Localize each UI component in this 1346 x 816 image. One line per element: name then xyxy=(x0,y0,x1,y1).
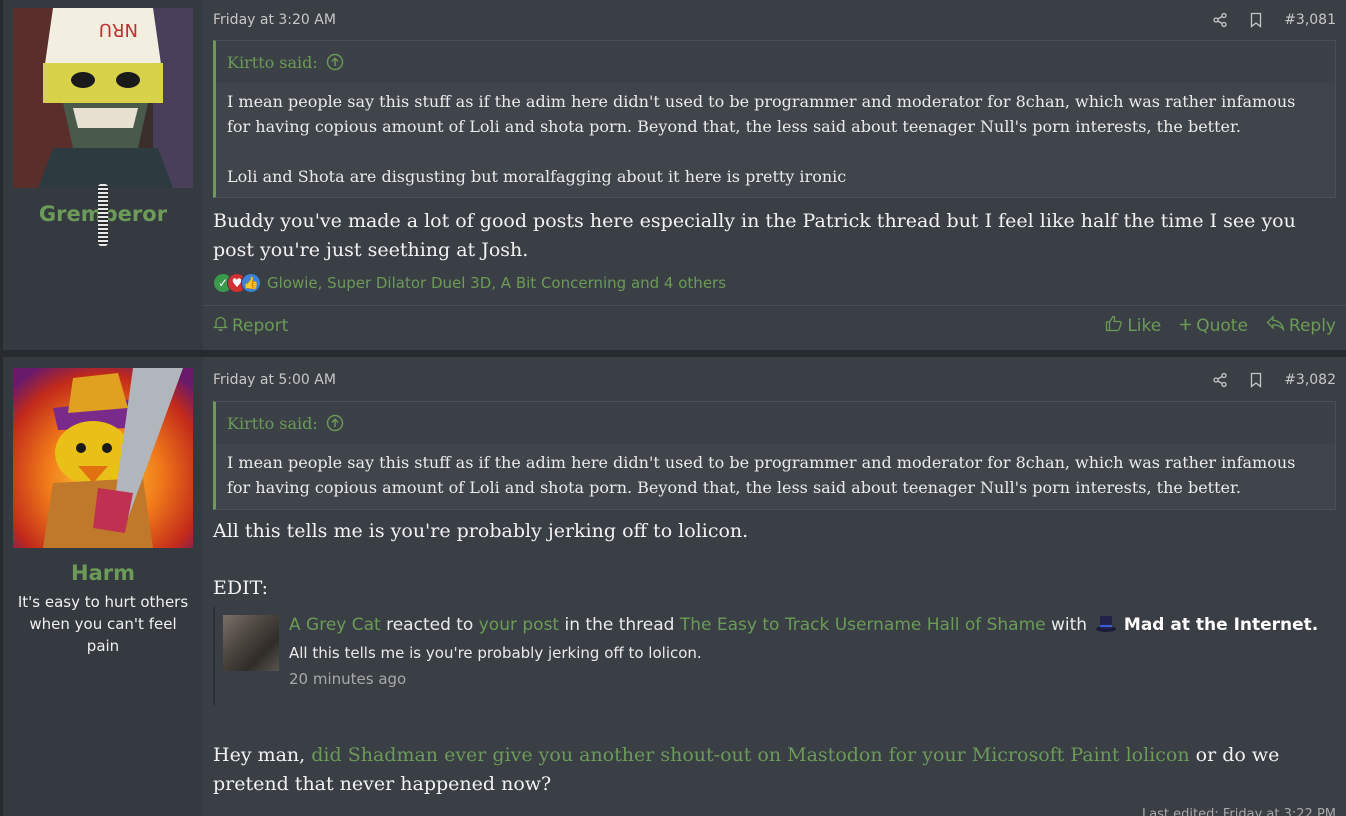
reactions-bar[interactable]: ✓ ♥ 👍 Glowie, Super Dilator Duel 3D, A B… xyxy=(213,273,726,293)
post-main: Friday at 5:00 AM #3,082 Kirtto said: I … xyxy=(203,357,1346,816)
arrow-up-circle-icon[interactable] xyxy=(326,53,344,71)
quote-button[interactable]: Quote xyxy=(1179,316,1248,336)
post-message: All this tells me is you're probably jer… xyxy=(213,520,749,542)
thumbs-up-reaction-icon: 👍 xyxy=(241,273,261,293)
alert-actor-link[interactable]: A Grey Cat xyxy=(289,615,381,635)
quote-paragraph: Loli and Shota are disgusting but moralf… xyxy=(227,167,847,186)
message-text: Hey man, xyxy=(213,744,306,766)
reactions-list[interactable]: Glowie, Super Dilator Duel 3D, A Bit Con… xyxy=(267,274,726,292)
quote-author[interactable]: Kirtto said: xyxy=(227,414,318,433)
plus-icon xyxy=(1179,316,1192,336)
thumbs-up-icon xyxy=(1105,315,1123,337)
arrow-up-circle-icon[interactable] xyxy=(326,414,344,432)
quote-paragraph: I mean people say this stuff as if the a… xyxy=(227,453,1296,497)
like-label: Like xyxy=(1127,315,1162,336)
quote-header[interactable]: Kirtto said: xyxy=(216,402,1335,444)
post: Harm It's easy to hurt others when you c… xyxy=(3,357,1346,816)
report-label: Report xyxy=(232,315,289,336)
alert-reaction-name: Mad at the Internet. xyxy=(1123,615,1319,635)
alert-time: 20 minutes ago xyxy=(289,670,407,688)
avatar[interactable] xyxy=(13,368,193,548)
last-edited: Last edited: Friday at 3:22 PM xyxy=(1141,807,1336,816)
alert-line: A Grey Cat reacted to your post in the t… xyxy=(289,613,1318,635)
reply-icon xyxy=(1266,315,1285,336)
quote-block: Kirtto said: I mean people say this stuf… xyxy=(213,40,1336,198)
post-main: Friday at 3:20 AM #3,081 Kirtto said: I … xyxy=(203,0,1346,350)
quote-block: Kirtto said: I mean people say this stuf… xyxy=(213,401,1336,510)
post-number[interactable]: #3,082 xyxy=(1284,372,1336,388)
bell-icon xyxy=(212,315,229,336)
report-button[interactable]: Report xyxy=(212,315,289,336)
user-column: NRU Gremperor xyxy=(3,0,203,350)
alert-text: in the thread xyxy=(564,615,675,635)
user-title: It's easy to hurt others when you can't … xyxy=(17,593,189,655)
embedded-alert: A Grey Cat reacted to your post in the t… xyxy=(213,607,1333,705)
avatar[interactable]: NRU xyxy=(13,8,193,188)
user-column: Harm It's easy to hurt others when you c… xyxy=(3,357,203,816)
alert-post-link[interactable]: your post xyxy=(479,615,559,635)
share-icon[interactable] xyxy=(1212,12,1228,28)
reply-button[interactable]: Reply xyxy=(1266,315,1336,336)
edit-label: EDIT: xyxy=(213,577,269,599)
reply-label: Reply xyxy=(1288,315,1336,336)
quote-author[interactable]: Kirtto said: xyxy=(227,53,318,72)
post: NRU Gremperor Friday at 3:20 AM #3,081 K… xyxy=(3,0,1346,350)
post-number[interactable]: #3,081 xyxy=(1284,12,1336,28)
alert-snippet: All this tells me is you're probably jer… xyxy=(289,644,702,662)
post-date[interactable]: Friday at 5:00 AM xyxy=(213,372,1212,388)
quote-header[interactable]: Kirtto said: xyxy=(216,41,1335,83)
bookmark-icon[interactable] xyxy=(1248,12,1264,28)
alert-thread-link[interactable]: The Easy to Track Username Hall of Shame xyxy=(680,615,1046,635)
zipper-decoration xyxy=(98,184,108,246)
message-link[interactable]: did Shadman ever give you another shout-… xyxy=(311,744,1189,766)
post-header: Friday at 5:00 AM #3,082 xyxy=(213,370,1336,390)
quote-body: I mean people say this stuff as if the a… xyxy=(216,444,1335,500)
post-header: Friday at 3:20 AM #3,081 xyxy=(213,10,1336,30)
like-button[interactable]: Like xyxy=(1105,315,1161,337)
post-message: Buddy you've made a lot of good posts he… xyxy=(213,210,1296,261)
quote-label: Quote xyxy=(1196,315,1248,336)
alert-text: reacted to xyxy=(386,615,474,635)
bookmark-icon[interactable] xyxy=(1248,372,1264,388)
alert-text: with xyxy=(1051,615,1088,635)
quote-paragraph: I mean people say this stuff as if the a… xyxy=(227,92,1296,136)
embed-avatar[interactable] xyxy=(223,615,279,671)
svg-text:NRU: NRU xyxy=(99,19,138,40)
username[interactable]: Harm xyxy=(3,561,203,585)
top-hat-icon xyxy=(1095,613,1117,633)
post-date[interactable]: Friday at 3:20 AM xyxy=(213,12,1212,28)
share-icon[interactable] xyxy=(1212,372,1228,388)
post-message: Hey man, did Shadman ever give you anoth… xyxy=(213,741,1336,799)
post-footer: Report Like Quote Reply xyxy=(203,305,1346,345)
quote-body: I mean people say this stuff as if the a… xyxy=(216,83,1335,189)
